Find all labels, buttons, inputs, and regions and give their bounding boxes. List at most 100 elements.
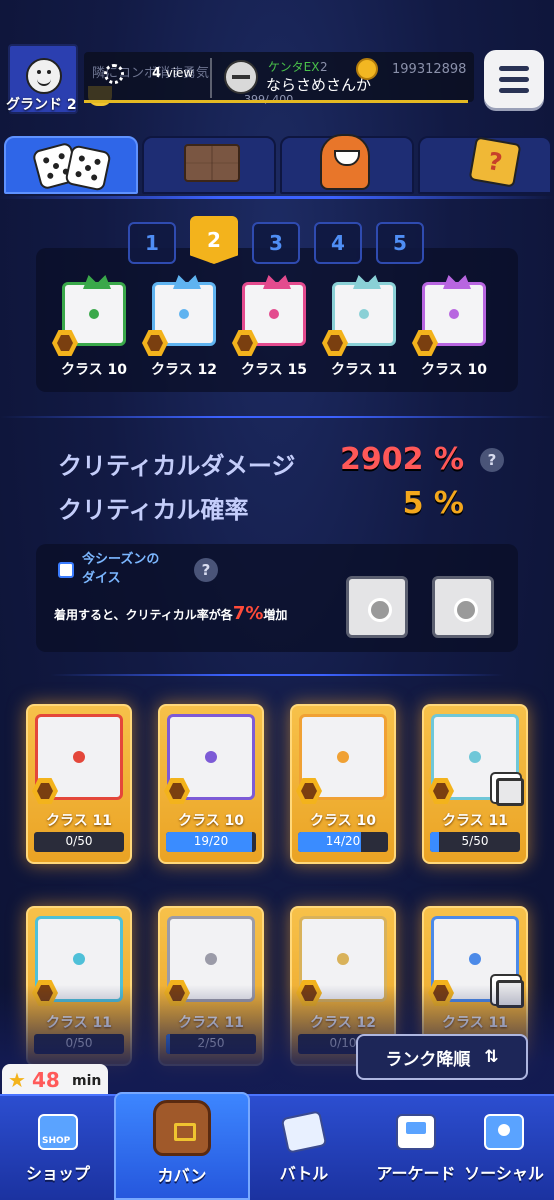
season-desc-prefix: 着用すると、クリティカル率が各 <box>54 608 233 622</box>
season-dice-icon <box>58 562 74 578</box>
shop-icon <box>38 1114 78 1150</box>
deck-tab-5[interactable]: 5 <box>376 222 424 264</box>
nav-item[interactable]: カバン <box>114 1092 250 1200</box>
tab-character[interactable] <box>280 134 414 194</box>
season-desc-value: 7% <box>232 603 264 624</box>
season-desc-suffix: 増加 <box>263 608 288 622</box>
die-pip-icon <box>469 751 481 763</box>
deck-tab-1[interactable]: 1 <box>128 222 176 264</box>
menu-bar-icon <box>499 77 529 82</box>
deck-die-class: クラス 10 <box>420 362 488 378</box>
nav-item[interactable]: アーケード <box>364 1100 468 1196</box>
crit-damage-label: クリティカルダメージ <box>58 452 296 480</box>
card-class: クラス 10 <box>309 813 377 829</box>
chat-count: 2 <box>320 60 328 74</box>
card-class: クラス 11 <box>441 813 509 829</box>
season-title: 今シーズンの ダイス <box>82 552 160 586</box>
nav-label: カバン <box>157 1166 207 1185</box>
die-pip-icon <box>73 953 85 965</box>
card-class: クラス 10 <box>177 813 245 829</box>
bag-icon <box>153 1100 211 1156</box>
nav-label: アーケード <box>376 1164 456 1183</box>
nav-label: ソーシャル <box>464 1164 544 1183</box>
season-die-cloud[interactable] <box>346 576 408 638</box>
dice-card[interactable]: クラス 10 19/20 <box>158 704 264 864</box>
nav-label: ショップ <box>25 1164 90 1183</box>
social-icon <box>484 1114 524 1150</box>
chat-message: ならさめさんか <box>266 76 372 94</box>
nav-item[interactable]: ショップ <box>6 1100 110 1196</box>
die-pip-icon <box>359 309 369 319</box>
timer-unit: min <box>72 1073 102 1089</box>
menu-bar-icon <box>499 88 529 93</box>
card-progress-text: 5/50 <box>461 834 489 848</box>
crit-rate-value: 5 % <box>402 486 464 521</box>
die-pip-icon <box>205 751 217 763</box>
section-divider <box>0 416 554 418</box>
nav-item[interactable]: ソーシャル <box>456 1100 552 1196</box>
tab-items[interactable] <box>418 136 552 194</box>
card-progress-bar: 14/20 <box>298 832 388 852</box>
die-pip-icon <box>179 309 189 319</box>
deck-die-class: クラス 12 <box>150 362 218 378</box>
die-pip-icon <box>269 309 279 319</box>
card-progress-text: 19/20 <box>193 834 229 848</box>
crit-help-button[interactable]: ? <box>480 448 504 472</box>
deck-tab-2[interactable]: 2 <box>190 216 238 264</box>
card-class: クラス 11 <box>45 813 113 829</box>
deck-tab-3[interactable]: 3 <box>252 222 300 264</box>
die-pip-icon <box>449 309 459 319</box>
die-pip-icon <box>73 751 85 763</box>
view-unit: view <box>165 66 194 80</box>
character-icon <box>320 134 370 190</box>
dice-icon <box>64 144 112 192</box>
die-pip-icon <box>205 953 217 965</box>
view-counter: 4 view <box>152 66 193 81</box>
deck-tab-4[interactable]: 4 <box>314 222 362 264</box>
timer-value: 48 <box>32 1068 60 1092</box>
nav-item[interactable]: バトル <box>252 1100 356 1196</box>
alt-skin-icon <box>496 778 524 806</box>
deck-die-class: クラス 11 <box>330 362 398 378</box>
season-description: 着用すると、クリティカル率が各7%増加 <box>54 603 287 624</box>
season-die-gear[interactable] <box>432 576 494 638</box>
die-pip-icon <box>89 309 99 319</box>
sort-label: ランク降順 <box>385 1049 471 1070</box>
card-progress-bar: 19/20 <box>166 832 256 852</box>
deck-die-class: クラス 15 <box>240 362 308 378</box>
chat-avatar-icon <box>224 60 258 94</box>
dice-card[interactable]: クラス 10 14/20 <box>290 704 396 864</box>
gear-icon[interactable] <box>104 64 124 84</box>
board-icon <box>184 144 240 182</box>
dice-card[interactable]: クラス 11 0/50 <box>26 704 132 864</box>
coin-balance: 199312898 <box>392 62 467 77</box>
dice-card[interactable]: クラス 11 5/50 <box>422 704 528 864</box>
chat-username: ケンタEX <box>268 60 320 74</box>
tab-dice[interactable] <box>4 136 138 194</box>
star-icon: ★ <box>8 1068 26 1092</box>
coin-icon <box>356 58 378 80</box>
die-pip-icon <box>337 953 349 965</box>
card-progress-bar: 0/50 <box>34 832 124 852</box>
rank-progress-bar <box>84 100 468 103</box>
view-count: 4 <box>152 66 162 81</box>
sort-arrows-icon: ⇅ <box>484 1047 499 1067</box>
deck-die-class: クラス 10 <box>60 362 128 378</box>
card-progress-text: 14/20 <box>325 834 361 848</box>
crit-rate-label: クリティカル確率 <box>58 496 249 524</box>
avatar-face-icon <box>26 58 62 94</box>
nav-label: バトル <box>279 1164 329 1183</box>
hud-divider <box>210 58 212 98</box>
mystery-box-icon <box>468 136 522 188</box>
season-help-button[interactable]: ? <box>194 558 218 582</box>
hamburger-menu-button[interactable] <box>484 50 544 108</box>
crit-damage-value: 2902 % <box>340 442 464 477</box>
boost-timer[interactable]: ★ 48 min <box>2 1064 108 1098</box>
arcade-icon <box>396 1114 436 1150</box>
tab-board[interactable] <box>142 136 276 194</box>
card-progress-text: 0/50 <box>65 834 93 848</box>
section-divider <box>50 674 504 676</box>
top-hud: グランド 2 隣にコンボ消す勇気 4 view ケンタEX 2 ならさめさんか … <box>0 0 554 120</box>
die-pip-icon <box>337 751 349 763</box>
sort-button[interactable]: ランク降順 ⇅ <box>356 1034 528 1080</box>
